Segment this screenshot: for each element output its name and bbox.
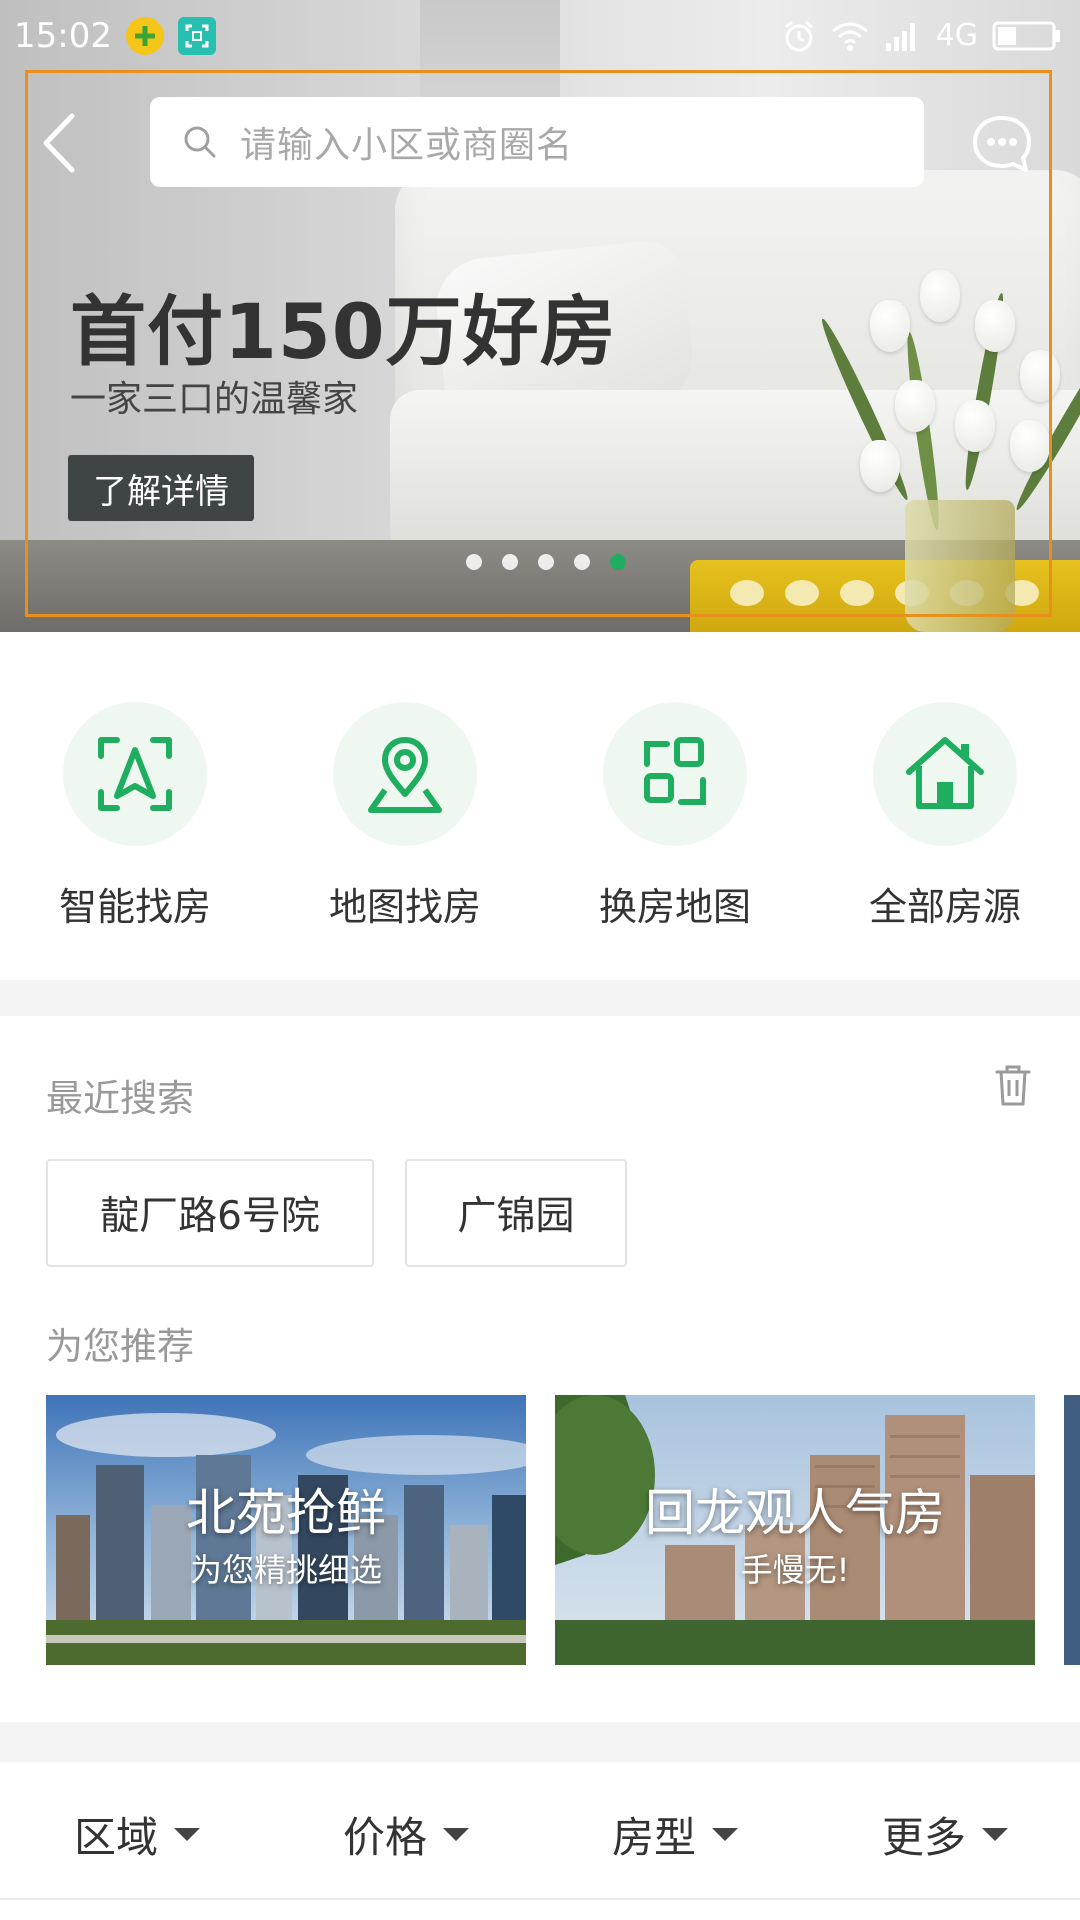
pagination-dot-active: [610, 554, 626, 570]
trash-icon: [995, 1065, 1031, 1106]
quick-entry-smart-search[interactable]: 智能找房: [25, 702, 245, 931]
banner-pagination: [466, 554, 626, 570]
search-placeholder: 请输入小区或商圈名: [240, 125, 574, 166]
status-icons: 4G: [782, 18, 1062, 53]
vase-illustration: [905, 500, 1015, 632]
chat-bubble-icon: [973, 116, 1031, 172]
search-icon: [184, 126, 216, 158]
recommend-card-subtitle: 为您精挑细选: [189, 1551, 382, 1589]
banner-subtitle: 一家三口的温馨家: [70, 379, 359, 420]
tray-illustration: [690, 560, 1080, 632]
quick-entry-map-search[interactable]: 地图找房: [295, 702, 515, 931]
caret-down-icon: [174, 1828, 201, 1841]
network-type: 4G: [935, 18, 978, 53]
app-notification-icon: [125, 17, 164, 55]
scan-app-icon: [177, 17, 216, 55]
signal-icon: [885, 22, 915, 51]
recent-search-title: 最近搜索: [46, 1077, 194, 1120]
recommend-title: 为您推荐: [46, 1325, 194, 1368]
recent-search-chip[interactable]: 靛厂路6号院: [46, 1159, 374, 1267]
battery-icon: [992, 21, 1060, 50]
map-pin-icon: [368, 737, 442, 813]
filter-label: 房型: [612, 1813, 697, 1862]
filter-layout[interactable]: 房型: [612, 1804, 739, 1865]
filter-bar: 区域 价格 房型 更多: [0, 1762, 1080, 1900]
section-divider: [0, 1722, 1080, 1762]
quick-entry-label: 智能找房: [58, 885, 211, 929]
recommend-card-beiyuan[interactable]: 北苑抢鲜 为您精挑细选: [46, 1395, 526, 1665]
recommend-card-huilongguan[interactable]: 回龙观人气房 手慢无!: [555, 1395, 1035, 1665]
filter-price[interactable]: 价格: [343, 1804, 470, 1865]
section-divider: [0, 980, 1080, 1016]
quick-entry-icon-bg: [63, 702, 207, 846]
caret-down-icon: [712, 1828, 739, 1841]
caret-down-icon: [982, 1828, 1009, 1841]
quick-entry-icon-bg: [873, 702, 1017, 846]
banner-title: 首付150万好房: [70, 287, 617, 376]
recent-search-chip[interactable]: 广锦园: [405, 1159, 627, 1267]
recommend-card-title: 回龙观人气房: [645, 1484, 945, 1542]
pagination-dot: [574, 554, 590, 570]
status-bar: 15:02 4G: [0, 0, 1080, 72]
quick-entry-label: 换房地图: [598, 885, 751, 929]
quick-entry-label: 地图找房: [328, 885, 481, 929]
filter-region[interactable]: 区域: [74, 1804, 201, 1865]
back-button[interactable]: [36, 108, 86, 178]
wifi-icon: [831, 22, 868, 51]
swap-grid-icon: [644, 737, 706, 805]
filter-label: 价格: [343, 1813, 428, 1862]
status-time: 15:02: [14, 16, 112, 56]
promo-banner[interactable]: 首付150万好房 一家三口的温馨家 了解详情: [0, 0, 1080, 632]
filter-label: 区域: [74, 1813, 159, 1862]
quick-entry-icon-bg: [333, 702, 477, 846]
caret-down-icon: [443, 1828, 470, 1841]
recommend-card-subtitle: 手慢无!: [740, 1551, 850, 1589]
banner-learn-more-button[interactable]: 了解详情: [68, 455, 254, 521]
quick-entry-all-listings[interactable]: 全部房源: [835, 702, 1055, 931]
house-icon: [906, 737, 984, 809]
quick-entry-label: 全部房源: [868, 885, 1021, 929]
quick-entries: 智能找房 地图找房 换房地图 全部房源: [0, 632, 1080, 980]
clear-history-button[interactable]: [993, 1062, 1033, 1108]
alarm-icon: [784, 20, 813, 51]
search-input[interactable]: 请输入小区或商圈名: [150, 97, 924, 187]
message-button[interactable]: [970, 112, 1034, 176]
quick-entry-icon-bg: [603, 702, 747, 846]
pagination-dot: [466, 554, 482, 570]
filter-label: 更多: [882, 1813, 967, 1862]
pagination-dot: [538, 554, 554, 570]
pagination-dot: [502, 554, 518, 570]
recommend-card-partial[interactable]: [1064, 1395, 1080, 1665]
smart-locate-icon: [98, 737, 172, 811]
filter-more[interactable]: 更多: [882, 1804, 1009, 1865]
recommend-card-title: 北苑抢鲜: [186, 1484, 386, 1542]
quick-entry-swap-map[interactable]: 换房地图: [565, 702, 785, 931]
chevron-left-icon: [43, 113, 75, 173]
